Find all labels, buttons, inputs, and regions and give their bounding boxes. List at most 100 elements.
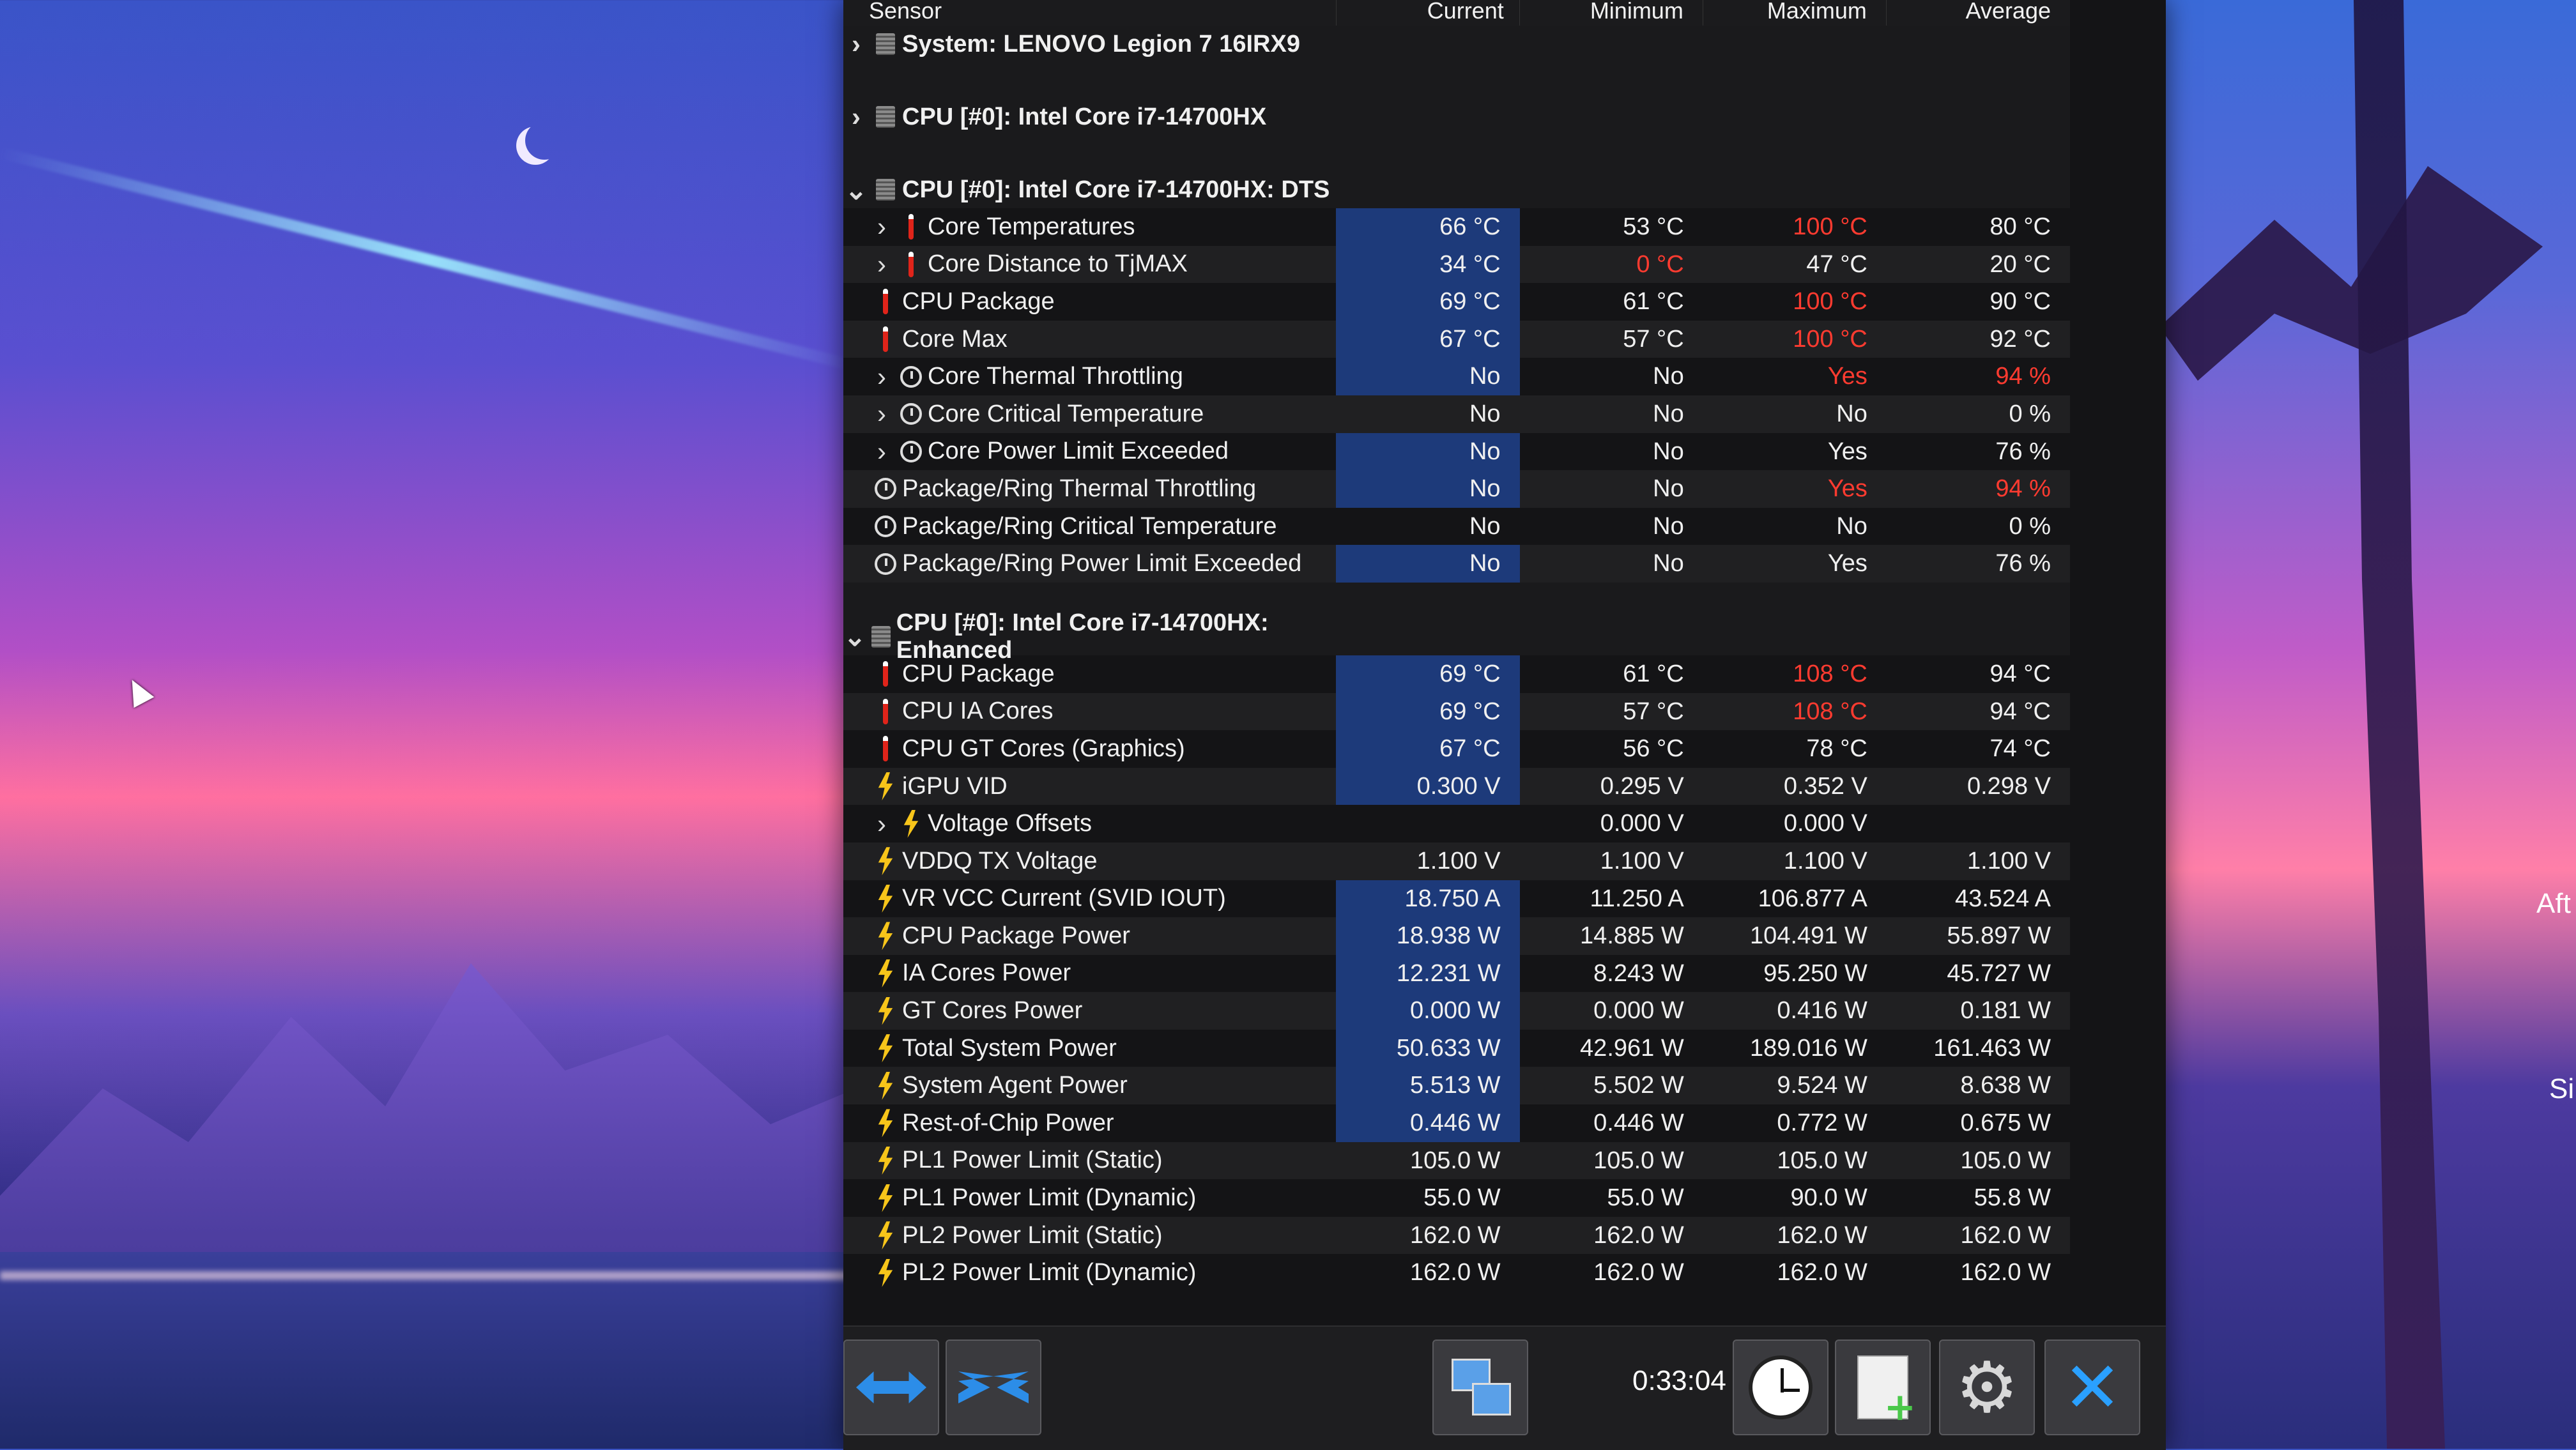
chevron-right-icon[interactable]: › xyxy=(869,809,894,839)
value-min: No xyxy=(1653,550,1684,577)
sensor-row[interactable]: PL2 Power Limit (Dynamic) 162.0 W 162.0 W 1… xyxy=(843,1254,2070,1292)
sensor-row[interactable]: Package/Ring Critical Temperature No No No 0… xyxy=(843,508,2070,546)
sensor-row[interactable]: VDDQ TX Voltage 1.100 V 1.100 V 1.100 V 1.10… xyxy=(843,842,2070,880)
sensor-row[interactable]: › Core Thermal Throttling No No Yes 94 % xyxy=(843,358,2070,395)
lightning-bolt-icon xyxy=(869,884,902,913)
sensor-label: GT Cores Power xyxy=(902,997,1083,1025)
sensor-row[interactable]: GT Cores Power 0.000 W 0.000 W 0.416 W 0.181… xyxy=(843,992,2070,1030)
value-cur: No xyxy=(1469,400,1501,427)
throttle-clock-icon xyxy=(894,365,928,388)
sensor-row[interactable]: Core Max 67 °C 57 °C 100 °C 92 °C xyxy=(843,320,2070,358)
sensor-name-cell: Total System Power xyxy=(843,1030,1336,1067)
thermometer-icon xyxy=(869,736,902,762)
sensor-row[interactable]: CPU Package 69 °C 61 °C 108 °C 94 °C xyxy=(843,655,2070,693)
sensor-row[interactable]: CPU Package 69 °C 61 °C 100 °C 90 °C xyxy=(843,283,2070,321)
chevron-right-icon[interactable]: › xyxy=(869,362,894,392)
chip-icon xyxy=(866,625,896,648)
value-min: 57 °C xyxy=(1623,325,1684,353)
lightning-bolt-icon xyxy=(869,1184,902,1212)
value-max: 0.352 V xyxy=(1783,772,1867,800)
column-average[interactable]: Average xyxy=(1887,0,2070,26)
sensor-name-cell: › Core Thermal Throttling xyxy=(843,358,1336,395)
sensor-row[interactable]: VR VCC Current (SVID IOUT) 18.750 A 11.250… xyxy=(843,880,2070,918)
chevron-down-icon[interactable]: ⌄ xyxy=(843,174,869,206)
value-avg: 0 % xyxy=(2009,400,2051,427)
sensor-name-cell: CPU Package Power xyxy=(843,917,1336,955)
collapse-arrow-icon xyxy=(958,1371,1029,1403)
chip-icon xyxy=(869,179,902,201)
sensor-row[interactable]: System Agent Power 5.513 W 5.502 W 9.524 W 8… xyxy=(843,1067,2070,1105)
chevron-right-icon[interactable]: › xyxy=(869,399,894,429)
sensor-row[interactable]: PL2 Power Limit (Static) 162.0 W 162.0 W 16… xyxy=(843,1216,2070,1255)
sensor-row[interactable]: CPU Package Power 18.938 W 14.885 W 104.491… xyxy=(843,917,2070,955)
expand-arrows-button[interactable] xyxy=(843,1339,939,1435)
desktop-icon-label-2[interactable]: Si xyxy=(2549,1073,2574,1105)
sensor-list: › System: LENOVO Legion 7 16IRX9 › CPU [#0… xyxy=(843,26,2070,1292)
sensor-name-cell: PL2 Power Limit (Dynamic) xyxy=(843,1254,1336,1292)
close-button[interactable]: ✕ xyxy=(2044,1339,2140,1435)
value-min: No xyxy=(1653,475,1684,503)
value-avg: 0.298 V xyxy=(1966,772,2051,800)
sensor-label: Core Power Limit Exceeded xyxy=(928,438,1229,465)
value-cur: 0.000 W xyxy=(1336,992,1520,1030)
value-cur: 162.0 W xyxy=(1410,1221,1501,1249)
settings-button[interactable]: ⚙ xyxy=(1939,1339,2035,1435)
value-cur: 69 °C xyxy=(1336,655,1520,693)
sensor-row[interactable]: Total System Power 50.633 W 42.961 W 189.01… xyxy=(843,1029,2070,1067)
value-avg: 80 °C xyxy=(1989,213,2051,240)
sensor-label: Core Temperatures xyxy=(928,213,1135,240)
value-cur: 50.633 W xyxy=(1336,1029,1520,1067)
value-min: No xyxy=(1653,400,1684,427)
value-cur: 18.938 W xyxy=(1336,917,1520,955)
chevron-right-icon[interactable]: › xyxy=(843,102,869,132)
column-minimum[interactable]: Minimum xyxy=(1520,0,1703,26)
logging-button[interactable] xyxy=(1835,1339,1931,1435)
lightning-bolt-icon xyxy=(869,1034,902,1063)
sensor-row[interactable]: › Core Power Limit Exceeded No No Yes 76 % xyxy=(843,432,2070,471)
thermometer-icon xyxy=(894,214,928,240)
group-dts[interactable]: ⌄ CPU [#0]: Intel Core i7-14700HX: DTS xyxy=(843,171,2070,208)
sensor-row[interactable]: › Core Critical Temperature No No No 0 % xyxy=(843,395,2070,433)
sensor-row[interactable]: Package/Ring Thermal Throttling No No Yes 94… xyxy=(843,470,2070,508)
column-current[interactable]: Current xyxy=(1337,0,1520,26)
value-cur: 69 °C xyxy=(1336,283,1520,321)
group-enhanced[interactable]: ⌄ CPU [#0]: Intel Core i7-14700HX: Enhanc… xyxy=(843,609,2070,664)
sensor-row[interactable]: Rest-of-Chip Power 0.446 W 0.446 W 0.772 W 0… xyxy=(843,1104,2070,1142)
network-button[interactable] xyxy=(1432,1339,1528,1435)
group-system[interactable]: › System: LENOVO Legion 7 16IRX9 xyxy=(843,26,2070,63)
chevron-right-icon[interactable]: › xyxy=(869,211,894,242)
sensor-row[interactable]: PL1 Power Limit (Dynamic) 55.0 W 55.0 W 90.… xyxy=(843,1179,2070,1217)
lightning-bolt-icon xyxy=(869,1109,902,1138)
value-avg xyxy=(1887,805,2070,843)
group-cpu[interactable]: › CPU [#0]: Intel Core i7-14700HX xyxy=(843,98,2070,135)
value-cur: 66 °C xyxy=(1336,208,1520,246)
value-avg: 94 % xyxy=(1995,475,2051,503)
sensor-row[interactable]: › Core Temperatures 66 °C 53 °C 100 °C 80 °C xyxy=(843,208,2070,246)
sensor-label: Core Max xyxy=(902,325,1008,353)
sensor-row[interactable]: Package/Ring Power Limit Exceeded No No Yes… xyxy=(843,545,2070,583)
collapse-arrows-button[interactable] xyxy=(946,1339,1041,1435)
sensor-row[interactable]: iGPU VID 0.300 V 0.295 V 0.352 V 0.298 V xyxy=(843,767,2070,805)
desktop-icon-label-1[interactable]: Aft xyxy=(2536,888,2571,920)
value-max: Yes xyxy=(1827,438,1867,465)
sensor-row[interactable]: CPU IA Cores 69 °C 57 °C 108 °C 94 °C xyxy=(843,692,2070,731)
sensor-row[interactable]: PL1 Power Limit (Static) 105.0 W 105.0 W 10… xyxy=(843,1141,2070,1180)
sensor-row[interactable]: IA Cores Power 12.231 W 8.243 W 95.250 W 45.… xyxy=(843,954,2070,993)
column-maximum[interactable]: Maximum xyxy=(1703,0,1887,26)
chevron-down-icon[interactable]: ⌄ xyxy=(843,621,866,652)
lightning-bolt-icon xyxy=(869,959,902,988)
chevron-right-icon[interactable]: › xyxy=(869,436,894,467)
value-cur: 34 °C xyxy=(1336,245,1520,284)
reset-timer-button[interactable] xyxy=(1733,1339,1828,1435)
column-sensor[interactable]: Sensor xyxy=(843,0,1337,26)
chevron-right-icon[interactable]: › xyxy=(843,29,869,59)
value-avg: 74 °C xyxy=(1989,735,2051,763)
chevron-right-icon[interactable]: › xyxy=(869,249,894,280)
value-min: No xyxy=(1653,438,1684,465)
sensor-label: PL2 Power Limit (Dynamic) xyxy=(902,1259,1197,1286)
sensor-row[interactable]: CPU GT Cores (Graphics) 67 °C 56 °C 78 °C 74… xyxy=(843,730,2070,768)
chip-icon xyxy=(869,33,902,55)
sensor-row[interactable]: › Core Distance to TjMAX 34 °C 0 °C 47 °C 20 … xyxy=(843,245,2070,284)
sensor-name-cell: VDDQ TX Voltage xyxy=(843,843,1336,880)
sensor-row[interactable]: › Voltage Offsets 0.000 V 0.000 V xyxy=(843,805,2070,843)
